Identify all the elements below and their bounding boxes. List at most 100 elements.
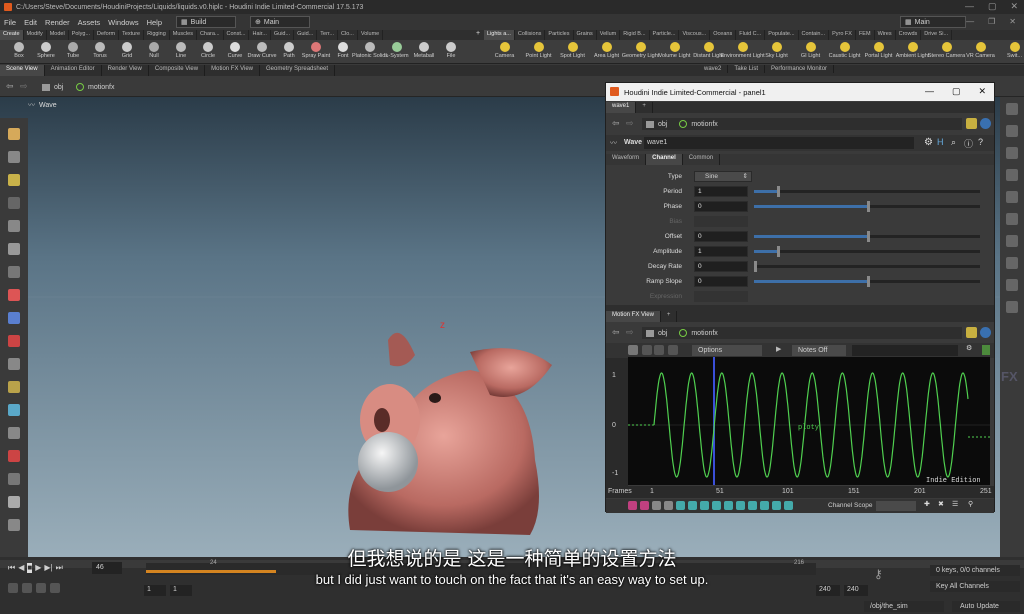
- shelf-tab[interactable]: Rigging: [144, 30, 170, 40]
- viewport-tool-icon[interactable]: [8, 266, 20, 278]
- shelf-tool[interactable]: L-System: [384, 40, 410, 59]
- pane-tab[interactable]: Composite View: [149, 65, 206, 76]
- shelf-tab[interactable]: Fluid C...: [736, 30, 766, 40]
- shelf-tab[interactable]: Create: [0, 30, 24, 40]
- shelf-tool[interactable]: Portal Light: [862, 40, 895, 59]
- forward-arrow-icon[interactable]: ⇨: [20, 81, 28, 92]
- viewport-tool-icon[interactable]: [8, 243, 20, 255]
- display-option-icon[interactable]: [1006, 235, 1018, 247]
- display-option-icon[interactable]: [1006, 147, 1018, 159]
- shelf-tab[interactable]: Muscles: [170, 30, 197, 40]
- pane-tab[interactable]: Scene View: [0, 65, 45, 76]
- shelf-tab[interactable]: Pyro FX: [829, 30, 856, 40]
- shelf-tool[interactable]: Volume Light: [658, 40, 691, 59]
- channel-scope-field[interactable]: [876, 501, 916, 511]
- slider-knob[interactable]: [754, 261, 757, 272]
- forward-arrow-icon[interactable]: ⇨: [626, 327, 634, 338]
- shelf-tool[interactable]: Line: [168, 40, 194, 59]
- parm-slider[interactable]: [754, 201, 980, 212]
- shelf-tab[interactable]: Vellum: [597, 30, 621, 40]
- shelf-tool[interactable]: Spray Paint: [302, 40, 330, 59]
- shelf-tab[interactable]: Drive Si...: [921, 30, 953, 40]
- right-desktop-select[interactable]: ▦ Main: [900, 16, 966, 28]
- shelf-tool[interactable]: Spot Light: [556, 40, 589, 59]
- parm-field[interactable]: 0: [694, 260, 748, 272]
- shelf-tool[interactable]: Camera: [488, 40, 521, 59]
- viewport-tool-icon[interactable]: [8, 197, 20, 209]
- shelf-tool[interactable]: Stereo Camera: [928, 40, 965, 59]
- parm-slider[interactable]: [754, 276, 980, 287]
- shelf-tool[interactable]: Path: [276, 40, 302, 59]
- mfx-graph[interactable]: ploty Indie Edition: [628, 357, 990, 485]
- grid-tool-icon[interactable]: [642, 345, 652, 355]
- shelf-tool[interactable]: Circle: [195, 40, 221, 59]
- shelf-tool[interactable]: File: [438, 40, 464, 59]
- channel-toggle-icon[interactable]: [712, 501, 721, 510]
- shelf-tool[interactable]: Environment Light: [720, 40, 765, 59]
- shelf-tool[interactable]: Swit...: [998, 40, 1024, 59]
- viewport-tool-icon[interactable]: [8, 450, 20, 462]
- shelf-tool[interactable]: Grid: [114, 40, 140, 59]
- channel-toggle-icon[interactable]: [700, 501, 709, 510]
- panel-path[interactable]: obj motionfx: [642, 118, 962, 130]
- layout-select[interactable]: ⊕ Main: [250, 16, 311, 28]
- shelf-tool[interactable]: Geometry Light: [622, 40, 659, 59]
- shelf-tab[interactable]: Hair...: [249, 30, 271, 40]
- viewport-tool-icon[interactable]: [8, 312, 20, 324]
- slider-knob[interactable]: [867, 201, 870, 212]
- minimize-icon[interactable]: —: [925, 86, 934, 97]
- shelf-tab[interactable]: Wires: [875, 30, 896, 40]
- tab-channel[interactable]: Channel: [646, 154, 683, 165]
- parm-field[interactable]: [694, 215, 748, 227]
- shelf-tab[interactable]: Populate...: [765, 30, 799, 40]
- options-menu[interactable]: Options: [692, 345, 762, 356]
- info-icon[interactable]: ⓘ: [964, 137, 973, 150]
- maximize-icon[interactable]: ▢: [952, 86, 961, 97]
- shelf-tab[interactable]: Collisions: [515, 30, 546, 40]
- shelf-tool[interactable]: Metaball: [411, 40, 437, 59]
- viewport-tool-icon[interactable]: [8, 473, 20, 485]
- parm-field[interactable]: 0: [694, 200, 748, 212]
- display-option-icon[interactable]: [1006, 213, 1018, 225]
- scope-tool-icon[interactable]: [654, 345, 664, 355]
- shelf-tool[interactable]: GI Light: [794, 40, 827, 59]
- forward-arrow-icon[interactable]: ⇨: [626, 118, 634, 129]
- channel-toggle-icon[interactable]: [760, 501, 769, 510]
- viewport-tool-icon[interactable]: [8, 404, 20, 416]
- shelf-tab[interactable]: Volume: [358, 30, 384, 40]
- shelf-tab[interactable]: Rigid B...: [620, 30, 650, 40]
- menu-render[interactable]: Render: [45, 18, 70, 27]
- search-icon[interactable]: ⌕: [951, 137, 956, 148]
- slider-knob[interactable]: [776, 186, 780, 197]
- shelf-tool[interactable]: VR Camera: [964, 40, 997, 59]
- shelf-tool[interactable]: Caustic Light: [828, 40, 861, 59]
- path-obj[interactable]: obj: [42, 81, 63, 93]
- pane-tab[interactable]: wave2: [698, 65, 729, 73]
- menu-windows[interactable]: Windows: [108, 18, 138, 27]
- help-icon[interactable]: ?: [978, 137, 983, 147]
- desktop-select[interactable]: ▦ Build: [176, 16, 237, 28]
- sim-path[interactable]: /obj/the_sim: [864, 601, 944, 612]
- parm-slider[interactable]: [754, 186, 980, 197]
- parm-slider[interactable]: [754, 231, 980, 242]
- display-option-icon[interactable]: [1006, 191, 1018, 203]
- back-arrow-icon[interactable]: ⇦: [612, 327, 620, 338]
- viewport-tool-icon[interactable]: [8, 519, 20, 531]
- channel-toggle-icon[interactable]: [640, 501, 649, 510]
- channel-toggle-icon[interactable]: [652, 501, 661, 510]
- viewport-tool-icon[interactable]: [8, 496, 20, 508]
- gear-icon[interactable]: ⚙: [966, 344, 972, 352]
- shelf-tool[interactable]: Tube: [60, 40, 86, 59]
- remove-channel-icon[interactable]: ✖: [938, 500, 944, 508]
- shelf-tab[interactable]: Polyg...: [69, 30, 95, 40]
- menu-edit[interactable]: Edit: [24, 18, 37, 27]
- add-tab-icon[interactable]: +: [636, 102, 653, 113]
- shelf-tool[interactable]: Sphere: [33, 40, 59, 59]
- slider-knob[interactable]: [867, 231, 870, 242]
- shelf-tool[interactable]: Ambient Light: [896, 40, 929, 59]
- viewport-tool-icon[interactable]: [8, 174, 20, 186]
- back-arrow-icon[interactable]: ⇦: [6, 81, 14, 92]
- close-icon[interactable]: ✕: [978, 86, 986, 97]
- parm-field[interactable]: 0: [694, 230, 748, 242]
- channel-toggle-icon[interactable]: [688, 501, 697, 510]
